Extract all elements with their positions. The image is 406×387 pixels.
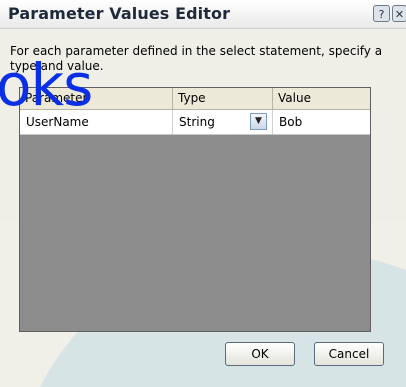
help-icon[interactable]: ? [373, 5, 390, 22]
ok-button[interactable]: OK [225, 342, 295, 366]
chevron-down-icon[interactable]: ▼ [250, 113, 267, 130]
dialog-title: Parameter Values Editor [8, 4, 231, 23]
close-icon[interactable]: ✕ [392, 5, 406, 22]
parameter-values-dialog: Parameter Values Editor ? ✕ For each par… [0, 0, 406, 387]
title-bar: Parameter Values Editor ? ✕ [0, 0, 406, 29]
column-header-value[interactable]: Value [273, 88, 370, 109]
parameter-name-cell[interactable]: UserName [20, 110, 173, 134]
parameter-grid: Parameter Type Value UserName String ▼ B… [19, 87, 371, 332]
value-input-cell[interactable]: Bob [273, 110, 370, 134]
column-header-parameter[interactable]: Parameter [20, 88, 173, 109]
cancel-button[interactable]: Cancel [314, 342, 384, 366]
table-row: UserName String ▼ Bob [20, 110, 370, 135]
type-select-value: String [179, 115, 215, 129]
instructions-text: For each parameter defined in the select… [10, 44, 383, 73]
column-header-type[interactable]: Type [173, 88, 273, 109]
grid-header: Parameter Type Value [20, 88, 370, 110]
